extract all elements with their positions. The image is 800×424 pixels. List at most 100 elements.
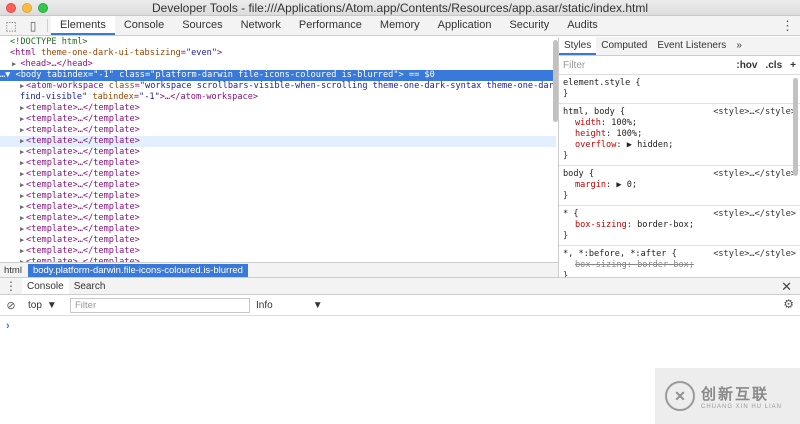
tab-audits[interactable]: Audits (558, 16, 607, 35)
window-titlebar: Developer Tools - file:///Applications/A… (0, 0, 800, 16)
toolbar-divider (47, 19, 48, 32)
tab-event-listeners[interactable]: Event Listeners (652, 37, 731, 55)
style-property[interactable]: width: 100%; (563, 118, 796, 129)
expand-arrow-icon[interactable]: ▶ (20, 147, 24, 158)
watermark-logo: ✕ 创新互联 CHUANG XIN HU LIAN (655, 368, 800, 424)
rule-source-link[interactable]: <style>…</style> (713, 107, 796, 118)
dom-node-template[interactable]: ▶ <template>…</template> (0, 202, 556, 213)
expand-arrow-icon[interactable]: ▶ (20, 224, 24, 235)
drawer-menu-icon[interactable]: ⋮ (0, 278, 22, 294)
tab-security[interactable]: Security (500, 16, 558, 35)
style-property[interactable]: margin: ▶ 0; (563, 180, 796, 191)
styles-scrollbar[interactable] (793, 78, 798, 176)
console-prompt[interactable]: › (6, 320, 10, 332)
tab-elements[interactable]: Elements (51, 16, 115, 35)
dom-node-html[interactable]: <html theme-one-dark-ui-tabsizing="even"… (0, 48, 556, 59)
breadcrumb-html[interactable]: html (0, 264, 26, 277)
expand-arrow-icon[interactable]: ▶ (20, 81, 24, 92)
class-toggle[interactable]: .cls (765, 60, 782, 71)
elements-dom-tree: <!DOCTYPE html> <html theme-one-dark-ui-… (0, 37, 556, 262)
window-title: Developer Tools - file:///Applications/A… (151, 1, 649, 15)
minimize-window-button[interactable] (22, 3, 32, 13)
close-drawer-icon[interactable]: ✕ (781, 278, 792, 295)
close-window-button[interactable] (6, 3, 16, 13)
tab-memory[interactable]: Memory (371, 16, 429, 35)
dropdown-arrow-icon: ▼ (312, 299, 323, 311)
more-options-icon[interactable]: ⋮ (781, 16, 794, 35)
dom-node-template[interactable]: ▶ <template>…</template> (0, 114, 556, 125)
drawer-tab-console[interactable]: Console (22, 278, 69, 294)
new-rule-button[interactable]: + (790, 60, 796, 71)
dom-node-body-selected[interactable]: …▼ <body tabindex="-1" class="platform-d… (0, 70, 556, 81)
dom-node-doctype[interactable]: <!DOCTYPE html> (0, 37, 556, 48)
dom-node-template[interactable]: ▶ <template>…</template> (0, 224, 556, 235)
device-toolbar-icon[interactable]: ▯ (22, 16, 44, 35)
style-property[interactable]: height: 100%; (563, 129, 796, 140)
inspect-element-icon[interactable]: ⬚ (0, 16, 22, 35)
style-rule[interactable]: <style>…</style> *, *:before, *:after { … (559, 246, 800, 277)
style-rule[interactable]: element.style { } (559, 75, 800, 104)
drawer-tab-search[interactable]: Search (69, 278, 111, 294)
expand-arrow-icon[interactable]: ▶ (20, 202, 24, 213)
context-selector[interactable]: top ▼ (22, 300, 66, 311)
expand-arrow-icon[interactable]: ▶ (20, 103, 24, 114)
breadcrumb: html body.platform-darwin.file-icons-col… (0, 262, 558, 277)
dom-node-atom-workspace[interactable]: ▶ <atom-workspace class="workspace scroll… (0, 81, 556, 92)
styles-tabbar: Styles Computed Event Listeners » (559, 37, 800, 56)
expand-arrow-icon[interactable]: ▶ (20, 114, 24, 125)
dom-node-template[interactable]: ▶ <template>…</template> (0, 158, 556, 169)
dom-node-template[interactable]: ▶ <template>…</template> (0, 213, 556, 224)
breadcrumb-body[interactable]: body.platform-darwin.file-icons-coloured… (27, 263, 248, 277)
style-property-overridden[interactable]: box-sizing: border-box; (563, 260, 796, 271)
log-level-select[interactable]: Info ▼ (256, 300, 323, 311)
expand-arrow-icon[interactable]: ▶ (20, 180, 24, 191)
expand-arrow-icon[interactable]: ▶ (20, 213, 24, 224)
styles-pane: Styles Computed Event Listeners » Filter… (559, 37, 800, 277)
main-tabbar: ⬚ ▯ Elements Console Sources Network Per… (0, 16, 800, 36)
dropdown-arrow-icon: ▼ (46, 299, 57, 311)
dom-node-template-hovered[interactable]: ▶ <template>…</template> (0, 136, 556, 147)
expand-arrow-icon[interactable]: ▶ (20, 169, 24, 180)
expand-arrow-icon[interactable]: ▶ (20, 235, 24, 246)
expand-arrow-icon[interactable]: ▶ (20, 158, 24, 169)
hover-state-toggle[interactable]: :hov (736, 60, 757, 71)
clear-console-icon[interactable]: ⊘ (0, 299, 22, 312)
zoom-window-button[interactable] (38, 3, 48, 13)
expand-arrow-icon[interactable]: ▶ (20, 191, 24, 202)
tab-sources[interactable]: Sources (173, 16, 231, 35)
dom-node-template[interactable]: ▶ <template>…</template> (0, 103, 556, 114)
dom-node-template[interactable]: ▶ <template>…</template> (0, 180, 556, 191)
expand-arrow-icon[interactable]: ▶ (12, 59, 16, 70)
tab-styles[interactable]: Styles (559, 37, 597, 55)
more-tabs-icon[interactable]: » (731, 37, 747, 55)
style-rule[interactable]: <style>…</style> html, body { width: 100… (559, 104, 800, 166)
tab-performance[interactable]: Performance (290, 16, 371, 35)
watermark-logo-icon: ✕ (665, 381, 695, 411)
tab-network[interactable]: Network (232, 16, 290, 35)
dom-node-template[interactable]: ▶ <template>…</template> (0, 125, 556, 136)
dom-node-template[interactable]: ▶ <template>…</template> (0, 147, 556, 158)
tab-console[interactable]: Console (115, 16, 173, 35)
rule-source-link[interactable]: <style>…</style> (713, 249, 796, 260)
styles-filter-input[interactable]: Filter (563, 60, 585, 71)
dom-node-head[interactable]: ▶ <head>…</head> (0, 59, 556, 70)
tab-computed[interactable]: Computed (596, 37, 652, 55)
style-property[interactable]: box-sizing: border-box; (563, 220, 796, 231)
watermark-text-en: CHUANG XIN HU LIAN (701, 403, 783, 410)
rule-source-link[interactable]: <style>…</style> (713, 209, 796, 220)
expand-arrow-icon[interactable]: ▶ (20, 246, 24, 257)
rule-source-link[interactable]: <style>…</style> (713, 169, 796, 180)
tab-application[interactable]: Application (429, 16, 501, 35)
watermark-text-cn: 创新互联 (701, 385, 770, 403)
dom-node-template[interactable]: ▶ <template>…</template> (0, 246, 556, 257)
expand-arrow-icon[interactable]: ▶ (20, 125, 24, 136)
style-property[interactable]: overflow: ▶ hidden; (563, 140, 796, 151)
style-rule[interactable]: <style>…</style> * { box-sizing: border-… (559, 206, 800, 246)
style-rule[interactable]: <style>…</style> body { margin: ▶ 0; } (559, 166, 800, 206)
dom-node-template[interactable]: ▶ <template>…</template> (0, 235, 556, 246)
console-settings-gear-icon[interactable]: ⚙ (783, 297, 794, 311)
dom-node-template[interactable]: ▶ <template>…</template> (0, 169, 556, 180)
dom-node-template[interactable]: ▶ <template>…</template> (0, 191, 556, 202)
console-filter-input[interactable]: Filter (70, 297, 250, 313)
expand-arrow-icon[interactable]: ▶ (20, 136, 24, 147)
